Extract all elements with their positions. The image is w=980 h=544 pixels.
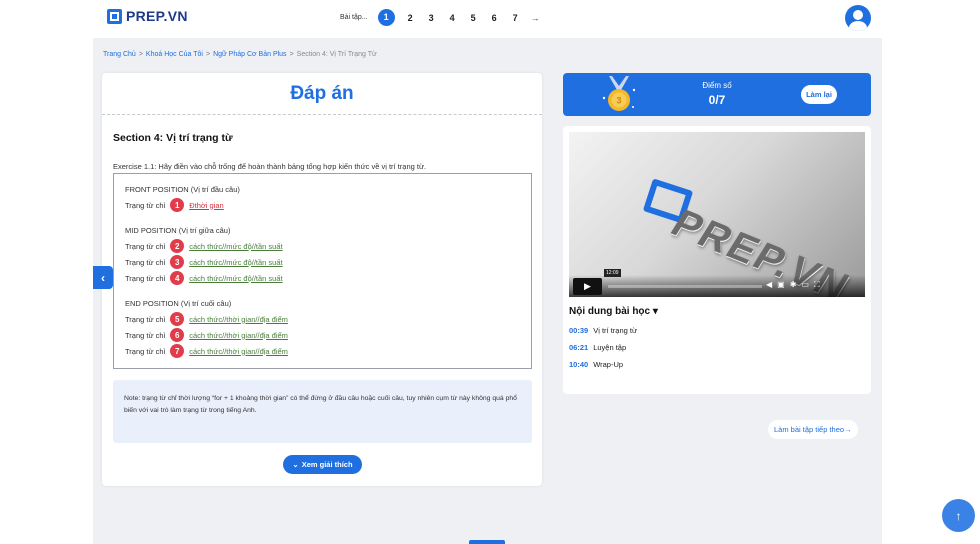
answer-card: Đáp án Section 4: Vị trí trạng từ Exerci… bbox=[102, 73, 542, 486]
lesson-content-title[interactable]: Nội dung bài học ▾ bbox=[569, 306, 658, 317]
exercise-page-3[interactable]: 3 bbox=[426, 13, 437, 23]
answer-value-correct: cách thức//thời gian//địa điểm bbox=[189, 346, 288, 356]
question-number-badge: 1 bbox=[170, 198, 185, 212]
play-icon[interactable]: ▶ bbox=[573, 278, 602, 295]
breadcrumb-current: Section 4: Vị Trí Trạng Từ bbox=[296, 51, 377, 58]
next-exercise-link[interactable]: Làm bài tập tiếp theo → bbox=[768, 420, 858, 439]
answer-value-correct: cách thức//mức độ//tần suất bbox=[189, 257, 283, 267]
breadcrumb-separator: > bbox=[289, 51, 294, 58]
answer-title: Đáp án bbox=[290, 83, 354, 104]
breadcrumb-separator: > bbox=[138, 51, 143, 58]
answer-row-3: Trạng từ chỉ 3 cách thức//mức độ//tần su… bbox=[125, 255, 283, 269]
answer-row-2: Trạng từ chỉ 2 cách thức//mức độ//tần su… bbox=[125, 239, 283, 253]
lesson-item-time: 10:40 bbox=[569, 360, 589, 369]
lesson-content-label: Nội dung bài học bbox=[569, 306, 651, 317]
avatar-head bbox=[853, 10, 863, 20]
lesson-item-2[interactable]: 06:21 Luyện tập bbox=[569, 343, 626, 352]
score-card: 3 Điểm số 0/7 Làm lại bbox=[563, 73, 871, 116]
breadcrumb-separator: > bbox=[205, 51, 211, 58]
lesson-video-player[interactable]: PREP.VN ▶ 12:09 ◀ ▣ ✱ ▭ ⛶ bbox=[569, 132, 865, 297]
exercise-navigation: Bài tập... 1 2 3 4 5 6 7 → bbox=[340, 9, 540, 26]
row-label: Trạng từ chỉ bbox=[125, 346, 166, 356]
answer-box: FRONT POSITION (Vị trí đầu câu) Trạng từ… bbox=[113, 173, 532, 369]
miniplayer-icon[interactable]: ▭ bbox=[801, 280, 809, 290]
lesson-item-name: Vị trí trạng từ bbox=[593, 326, 637, 335]
avatar-body bbox=[849, 21, 867, 31]
redo-button[interactable]: Làm lại bbox=[801, 85, 837, 104]
video-time-tooltip: 12:09 bbox=[604, 269, 621, 277]
exercise-page-5[interactable]: 5 bbox=[468, 13, 479, 23]
brand-logo[interactable]: PREP.VN bbox=[107, 8, 188, 24]
question-number-badge: 7 bbox=[170, 344, 185, 358]
video-control-icons: ◀ ▣ ✱ ▭ ⛶ bbox=[766, 280, 820, 290]
row-label: Trạng từ chỉ bbox=[125, 330, 166, 340]
row-label: Trạng từ chỉ bbox=[125, 257, 166, 267]
exercise-nav-label: Bài tập... bbox=[340, 14, 368, 21]
group-title-mid: MID POSITION (Vị trí giữa câu) bbox=[125, 226, 231, 235]
question-number-badge: 6 bbox=[170, 328, 185, 342]
video-controls: ▶ 12:09 ◀ ▣ ✱ ▭ ⛶ bbox=[569, 269, 865, 297]
group-title-end: END POSITION (Vị trí cuối câu) bbox=[125, 299, 232, 308]
row-label: Trạng từ chỉ bbox=[125, 200, 166, 210]
scroll-to-top-button[interactable]: ↑ bbox=[942, 499, 975, 532]
question-number-badge: 2 bbox=[170, 239, 185, 253]
answer-value-correct: cách thức//mức độ//tần suất bbox=[189, 241, 283, 251]
divider bbox=[102, 114, 542, 115]
answer-row-4: Trạng từ chỉ 4 cách thức//mức độ//tần su… bbox=[125, 271, 283, 285]
answer-row-1: Trạng từ chỉ 1 Đthời gian bbox=[125, 198, 224, 212]
lesson-item-3[interactable]: 10:40 Wrap-Up bbox=[569, 360, 623, 369]
answer-row-6: Trạng từ chỉ 6 cách thức//thời gian//địa… bbox=[125, 328, 288, 342]
answer-value-correct: cách thức//mức độ//tần suất bbox=[189, 273, 283, 283]
exercise-page-7[interactable]: 7 bbox=[510, 13, 521, 23]
answer-value-correct: cách thức//thời gian//địa điểm bbox=[189, 314, 288, 324]
logo-icon bbox=[107, 8, 122, 24]
answer-value-correct: cách thức//thời gian//địa điểm bbox=[189, 330, 288, 340]
row-label: Trạng từ chỉ bbox=[125, 314, 166, 324]
bottom-indicator bbox=[469, 540, 505, 544]
lesson-item-name: Wrap-Up bbox=[593, 360, 624, 369]
question-number-badge: 5 bbox=[170, 312, 185, 326]
video-progress-bar[interactable] bbox=[608, 285, 762, 288]
breadcrumb-my-courses[interactable]: Khoá Học Của Tôi bbox=[146, 51, 203, 58]
user-avatar[interactable] bbox=[845, 5, 871, 31]
caret-down-icon: ▾ bbox=[652, 306, 658, 317]
lesson-item-name: Luyện tập bbox=[593, 343, 627, 352]
volume-icon[interactable]: ◀ bbox=[766, 280, 772, 290]
exercise-page-1[interactable]: 1 bbox=[377, 9, 395, 26]
arrow-right-icon: → bbox=[844, 425, 852, 434]
question-number-badge: 3 bbox=[170, 255, 185, 269]
brand-name: PREP.VN bbox=[126, 8, 188, 24]
next-exercise-label: Làm bài tập tiếp theo bbox=[774, 425, 845, 434]
grammar-note: Note: trạng từ chỉ thời lượng “for + 1 k… bbox=[113, 380, 532, 443]
view-explanation-button[interactable]: ⌄ Xem giải thích bbox=[283, 455, 362, 474]
breadcrumb: Trang Chủ > Khoá Học Của Tôi > Ngữ Pháp … bbox=[103, 51, 377, 58]
next-page-arrow-icon[interactable]: → bbox=[531, 13, 540, 23]
exercise-page-2[interactable]: 2 bbox=[405, 13, 416, 23]
exercise-page-4[interactable]: 4 bbox=[447, 13, 458, 23]
chevron-down-icon: ⌄ bbox=[292, 460, 299, 469]
lesson-item-time: 06:21 bbox=[569, 343, 589, 352]
chevron-left-icon[interactable]: ‹ bbox=[93, 266, 113, 289]
exercise-instruction: Exercise 1.1: Hãy điền vào chỗ trống để … bbox=[113, 162, 427, 171]
row-label: Trạng từ chỉ bbox=[125, 273, 166, 283]
captions-icon[interactable]: ▣ bbox=[777, 280, 785, 290]
settings-icon[interactable]: ✱ bbox=[790, 280, 797, 290]
answer-value-wrong: Đthời gian bbox=[189, 200, 224, 210]
exercise-page-6[interactable]: 6 bbox=[489, 13, 500, 23]
answer-row-5: Trạng từ chỉ 5 cách thức//thời gian//địa… bbox=[125, 312, 288, 326]
fullscreen-icon[interactable]: ⛶ bbox=[814, 280, 820, 290]
group-title-front: FRONT POSITION (Vị trí đầu câu) bbox=[125, 185, 240, 194]
question-number-badge: 4 bbox=[170, 271, 185, 285]
row-label: Trạng từ chỉ bbox=[125, 241, 166, 251]
view-explanation-label: Xem giải thích bbox=[301, 460, 353, 469]
lesson-item-1[interactable]: 00:39 Vị trí trạng từ bbox=[569, 326, 637, 335]
answer-row-7: Trạng từ chỉ 7 cách thức//thời gian//địa… bbox=[125, 344, 288, 358]
section-title: Section 4: Vị trí trạng từ bbox=[113, 132, 233, 144]
video-card: PREP.VN ▶ 12:09 ◀ ▣ ✱ ▭ ⛶ Nội dung bài h… bbox=[563, 126, 871, 394]
breadcrumb-course[interactable]: Ngữ Pháp Cơ Bản Plus bbox=[213, 51, 286, 58]
lesson-item-time: 00:39 bbox=[569, 326, 589, 335]
breadcrumb-home[interactable]: Trang Chủ bbox=[103, 51, 136, 58]
